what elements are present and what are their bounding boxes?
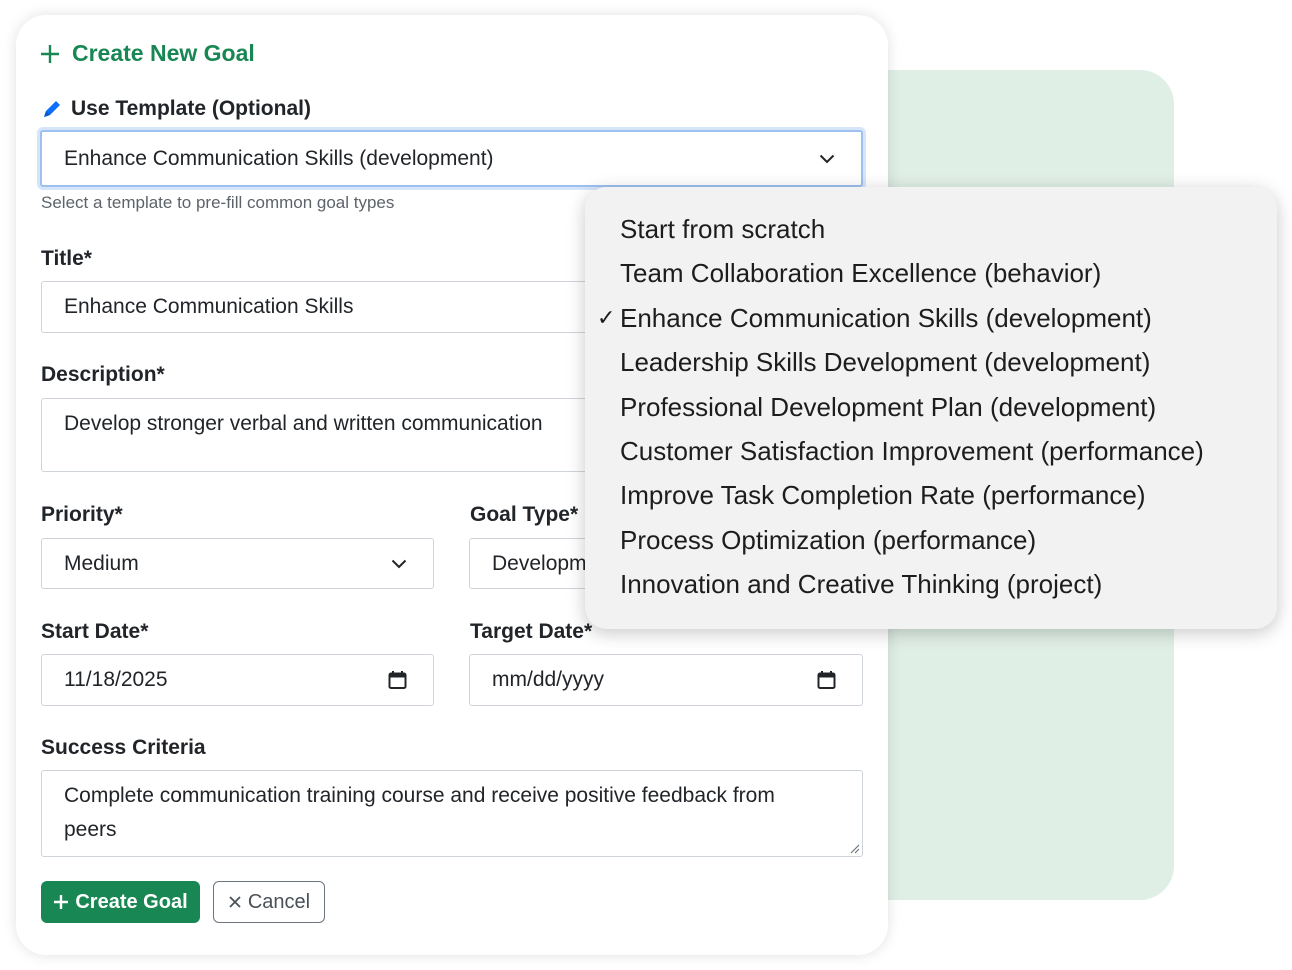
success-criteria-textarea[interactable]: Complete communication training course a… — [41, 770, 863, 857]
start-date-label: Start Date* — [41, 620, 149, 643]
create-goal-button-label: Create Goal — [75, 890, 188, 913]
title-label: Title* — [41, 247, 92, 270]
dropdown-option[interactable]: Team Collaboration Excellence (behavior) — [585, 251, 1277, 295]
dropdown-option[interactable]: ✓ Enhance Communication Skills (developme… — [585, 296, 1277, 340]
pencil-icon — [44, 101, 60, 117]
template-help-text: Select a template to pre-fill common goa… — [41, 193, 395, 212]
description-label: Description* — [41, 363, 165, 386]
calendar-icon[interactable] — [817, 671, 836, 690]
goal-type-label: Goal Type* — [470, 503, 579, 526]
title-input-value: Enhance Communication Skills — [64, 295, 354, 318]
dropdown-option[interactable]: Process Optimization (performance) — [585, 518, 1277, 562]
dropdown-option[interactable]: Customer Satisfaction Improvement (perfo… — [585, 429, 1277, 473]
target-date-label: Target Date* — [470, 620, 593, 643]
template-select[interactable]: Enhance Communication Skills (developmen… — [40, 130, 863, 187]
success-criteria-value: Complete communication training course a… — [64, 784, 775, 841]
cancel-button[interactable]: Cancel — [213, 881, 325, 923]
plus-icon — [41, 44, 59, 63]
start-date-input[interactable]: 11/18/2025 — [41, 654, 434, 706]
start-date-value: 11/18/2025 — [64, 668, 168, 691]
calendar-icon[interactable] — [388, 671, 407, 690]
template-select-value: Enhance Communication Skills (developmen… — [64, 146, 494, 170]
dropdown-option[interactable]: Improve Task Completion Rate (performanc… — [585, 473, 1277, 517]
dropdown-option[interactable]: Leadership Skills Development (developme… — [585, 340, 1277, 384]
target-date-placeholder: mm/dd/yyyy — [492, 668, 605, 691]
create-goal-button[interactable]: Create Goal — [41, 881, 200, 923]
form-header: Create New Goal — [40, 40, 255, 67]
target-date-input[interactable]: mm/dd/yyyy — [469, 654, 863, 706]
checkmark-icon: ✓ — [597, 304, 616, 330]
dropdown-option[interactable]: Start from scratch — [585, 207, 1277, 251]
template-label-text: Use Template (Optional) — [71, 97, 311, 120]
dropdown-option[interactable]: Professional Development Plan (developme… — [585, 385, 1277, 429]
priority-select[interactable]: Medium — [41, 538, 434, 589]
resize-handle-icon[interactable] — [848, 842, 860, 854]
template-label: Use Template (Optional) — [41, 97, 311, 121]
priority-label: Priority* — [41, 503, 123, 526]
form-title: Create New Goal — [72, 40, 255, 66]
close-icon — [229, 896, 241, 908]
priority-value: Medium — [64, 551, 139, 575]
goal-type-value: Developm — [492, 551, 587, 575]
chevron-down-icon — [819, 154, 835, 163]
chevron-down-icon — [391, 559, 407, 568]
success-criteria-label: Success Criteria — [41, 736, 206, 759]
template-dropdown-menu: Start from scratch Team Collaboration Ex… — [585, 187, 1277, 629]
cancel-button-label: Cancel — [247, 890, 311, 913]
dropdown-option[interactable]: Innovation and Creative Thinking (projec… — [585, 562, 1277, 606]
plus-icon — [54, 895, 69, 909]
